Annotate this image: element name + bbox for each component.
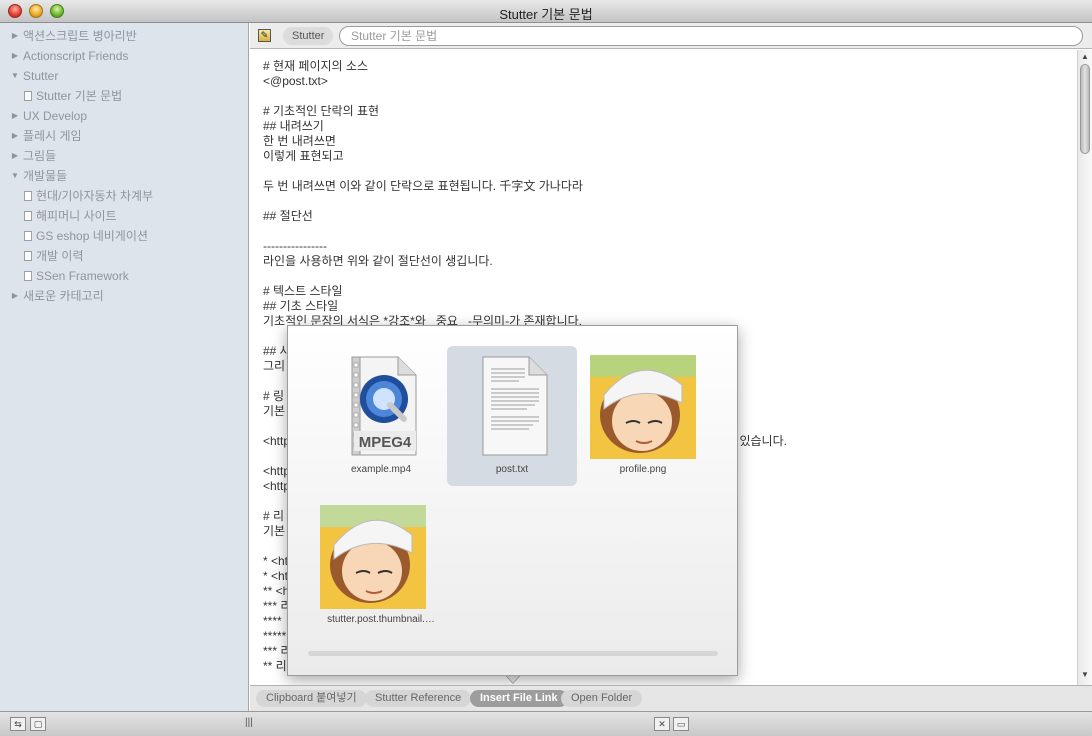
sidebar-category[interactable]: ▶ UX Develop — [0, 106, 248, 126]
mpeg4-file-icon: MPEG4 — [351, 356, 417, 456]
split-resize-handle[interactable]: ||| — [245, 717, 253, 728]
file-item-selected[interactable]: post.txt — [447, 346, 577, 486]
editor-line: 이렇게 표현되고 — [263, 149, 344, 163]
text-file-icon — [482, 356, 548, 456]
editor-line: <@post.txt> — [263, 74, 328, 88]
document-icon — [24, 271, 32, 281]
sidebar-item-label: SSen Framework — [36, 269, 129, 283]
editor-line: ## 내려쓰기 — [263, 119, 324, 133]
tab-insert-file-link[interactable]: Insert File Link — [470, 690, 568, 707]
file-name: post.txt — [495, 464, 529, 475]
disclosure-closed-icon[interactable]: ▶ — [10, 126, 20, 146]
scroll-up-icon[interactable]: ▲ — [1081, 52, 1089, 61]
title-field[interactable]: Stutter 기본 문법 — [339, 26, 1083, 46]
sidebar-item-label: 개발 이력 — [36, 249, 84, 263]
sidebar-category[interactable]: ▶ 새로운 카테고리 — [0, 286, 248, 306]
popover-scrollbar[interactable] — [308, 651, 718, 656]
sidebar-item-label: UX Develop — [23, 109, 88, 123]
editor-line: # 텍스트 스타일 — [263, 284, 343, 298]
profile-image-thumbnail — [590, 355, 696, 459]
editor-line: ## 절단선 — [263, 209, 313, 223]
sidebar-item-label: 그림들 — [23, 149, 57, 163]
sidebar-category[interactable]: ▶ 액션스크립트 병아리반 — [0, 26, 248, 46]
sidebar: ▶ 액션스크립트 병아리반 ▶ Actionscript Friends ▼ Stutte… — [0, 23, 249, 711]
title-bar: Stutter 기본 문법 — [0, 0, 1092, 23]
sidebar-item-label: Stutter 기본 문법 — [36, 89, 123, 103]
file-name: profile.png — [619, 464, 667, 475]
sidebar-document[interactable]: SSen Framework — [0, 266, 248, 286]
path-bar: ✎ Stutter Stutter 기본 문법 — [250, 23, 1092, 49]
sidebar-document[interactable]: GS eshop 네비게이션 — [0, 226, 248, 246]
editor-line: ---------------- — [263, 239, 327, 253]
sidebar-category[interactable]: ▶ Actionscript Friends — [0, 46, 248, 66]
editor-line: 한 번 내려쓰면 — [263, 134, 336, 148]
disclosure-closed-icon[interactable]: ▶ — [10, 46, 20, 66]
window-title: Stutter 기본 문법 — [499, 7, 593, 22]
sidebar-item-label: 해피머니 사이트 — [36, 209, 117, 223]
editor-line: # 현재 페이지의 소스 — [263, 59, 368, 73]
sidebar-item-label: GS eshop 네비게이션 — [36, 229, 148, 243]
sidebar-document[interactable]: Stutter 기본 문법 — [0, 86, 248, 106]
document-icon — [24, 91, 32, 101]
thumbnail-image — [320, 505, 426, 609]
disclosure-closed-icon[interactable]: ▶ — [10, 26, 20, 46]
scroll-thumb[interactable] — [1080, 64, 1090, 154]
sidebar-item-label: 새로운 카테고리 — [23, 289, 104, 303]
document-icon[interactable]: ✎ — [258, 29, 271, 42]
document-icon — [24, 191, 32, 201]
editor-line: 라인을 사용하면 위와 같이 절단선이 생깁니다. — [263, 254, 493, 268]
breadcrumb[interactable]: Stutter — [283, 27, 334, 45]
file-item[interactable]: profile.png — [578, 346, 708, 486]
sidebar-item-label: 액션스크립트 병아리반 — [23, 29, 137, 43]
new-document-icon[interactable]: ▢ — [30, 717, 46, 731]
file-name: example.mp4 — [350, 464, 412, 475]
file-name: stutter.post.thumbnail.… — [327, 614, 435, 625]
sidebar-category[interactable]: ▶ 플레시 게임 — [0, 126, 248, 146]
tab-open-folder[interactable]: Open Folder — [561, 690, 643, 707]
sidebar-item-label: 플레시 게임 — [23, 129, 82, 143]
sidebar-document[interactable]: 개발 이력 — [0, 246, 248, 266]
sidebar-item-label: 현대/기아자동차 차계부 — [36, 189, 154, 203]
status-bar: ⇆ ▢ ||| ✕ ▭ — [0, 711, 1092, 736]
disclosure-closed-icon[interactable]: ▶ — [10, 106, 20, 126]
disclosure-closed-icon[interactable]: ▶ — [10, 146, 20, 166]
tab-stutter-reference[interactable]: Stutter Reference — [365, 690, 472, 707]
sidebar-toggle-icon[interactable]: ⇆ — [10, 717, 26, 731]
sidebar-item-label: Actionscript Friends — [23, 49, 129, 63]
document-icon — [24, 211, 32, 221]
document-icon — [24, 231, 32, 241]
document-icon — [24, 251, 32, 261]
editor-line: 두 번 내려쓰면 이와 같이 단락으로 표현됩니다. 千字文 가나다라 — [263, 179, 583, 193]
editor-line: ## 기초 스타일 — [263, 299, 339, 313]
sidebar-document[interactable]: 해피머니 사이트 — [0, 206, 248, 226]
sidebar-category[interactable]: ▶ 그림들 — [0, 146, 248, 166]
disclosure-open-icon[interactable]: ▼ — [10, 66, 20, 86]
disclosure-closed-icon[interactable]: ▶ — [10, 286, 20, 306]
sidebar-item-label: Stutter — [23, 69, 59, 83]
file-item[interactable]: stutter.post.thumbnail.… — [316, 496, 446, 636]
disclosure-open-icon[interactable]: ▼ — [10, 166, 20, 186]
file-item[interactable]: MPEG4 example.mp4 — [316, 346, 446, 486]
sidebar-category[interactable]: ▼ 개발물들 — [0, 166, 248, 186]
sidebar-category[interactable]: ▼ Stutter — [0, 66, 248, 86]
editor-line: # 기초적인 단락의 표현 — [263, 104, 380, 118]
vertical-scrollbar[interactable]: ▲ ▼ — [1077, 50, 1092, 685]
file-link-popover: MPEG4 example.mp4 post.txt profile.png s… — [287, 325, 738, 676]
sidebar-document[interactable]: 현대/기아자동차 차계부 — [0, 186, 248, 206]
comment-icon[interactable]: ▭ — [673, 717, 689, 731]
tab-clipboard-paste[interactable]: Clipboard 붙여넣기 — [256, 690, 367, 707]
svg-text:MPEG4: MPEG4 — [359, 434, 412, 451]
scroll-down-icon[interactable]: ▼ — [1081, 670, 1089, 679]
sidebar-item-label: 개발물들 — [23, 169, 68, 183]
bottom-toolbar: Clipboard 붙여넣기 Stutter Reference Insert … — [250, 685, 1092, 711]
close-icon[interactable]: ✕ — [654, 717, 670, 731]
